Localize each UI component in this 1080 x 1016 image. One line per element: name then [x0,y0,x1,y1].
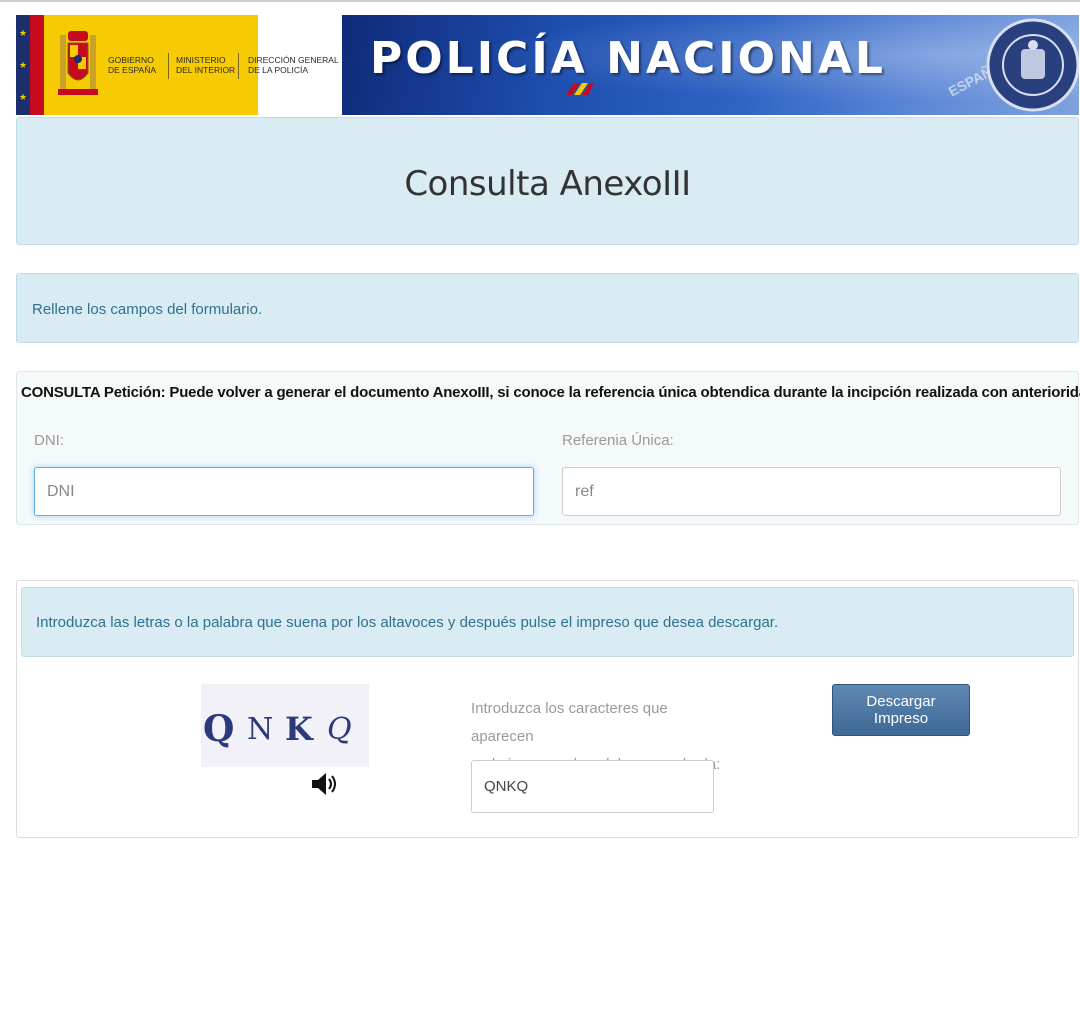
gobierno-label: GOBIERNO DE ESPAÑA [108,55,157,75]
captcha-char: Q [203,708,235,750]
dni-input[interactable] [34,467,534,516]
ref-input[interactable] [562,467,1061,516]
captcha-panel: Introduzca las letras o la palabra que s… [16,580,1079,838]
star-icon: ★ [19,28,28,38]
star-icon: ★ [19,92,28,102]
separator [168,53,169,79]
captcha-info-alert: Introduzca las letras o la palabra que s… [21,587,1074,657]
top-border [0,0,1080,2]
captcha-char: K [285,710,313,748]
captcha-instructions: Introduzca las letras o la palabra que s… [36,614,779,631]
info-alert: Rellene los campos del formulario. [16,273,1079,343]
page-title: Consulta AnexoIII [404,164,691,204]
speaker-icon[interactable] [309,769,339,799]
separator [238,53,239,79]
direccion-block: DIRECCIÓN GENERAL DE LA POLICÍA [248,15,342,115]
captcha-image: Q N K Q [201,684,369,767]
captcha-input[interactable] [471,760,714,813]
captcha-char: Q [327,712,352,747]
consulta-description: CONSULTA Petición: Puede volver a genera… [21,384,1080,401]
eu-flag-strip: ★ ★ ★ [16,15,30,115]
government-logo-block: ★ ★ ★ GOBIERNO DE ESPAÑA MINISTERIO DEL IN… [16,15,258,115]
direccion-label: DIRECCIÓN GENERAL DE LA POLICÍA [248,55,339,75]
consulta-form-panel: CONSULTA Petición: Puede volver a genera… [16,371,1080,525]
star-icon: ★ [19,60,28,70]
coat-of-arms-icon [58,31,98,95]
dni-label: DNI: [34,432,64,449]
police-seal-icon [986,18,1079,112]
info-message: Rellene los campos del formulario. [32,301,263,318]
header-banner: ★ ★ ★ GOBIERNO DE ESPAÑA MINISTERIO DEL IN… [16,15,1079,115]
captcha-char: N [247,712,274,747]
title-panel: Consulta AnexoIII [16,117,1079,245]
ref-label: Referenia Única: [562,432,674,449]
download-button[interactable]: Descargar Impreso [832,684,970,736]
police-banner: POLICÍA NACIONAL ESPAÑA [342,15,1079,115]
police-title: POLICÍA NACIONAL [370,33,886,84]
ministerio-label: MINISTERIO DEL INTERIOR [176,55,236,75]
spain-mini-flag-icon [566,83,594,95]
